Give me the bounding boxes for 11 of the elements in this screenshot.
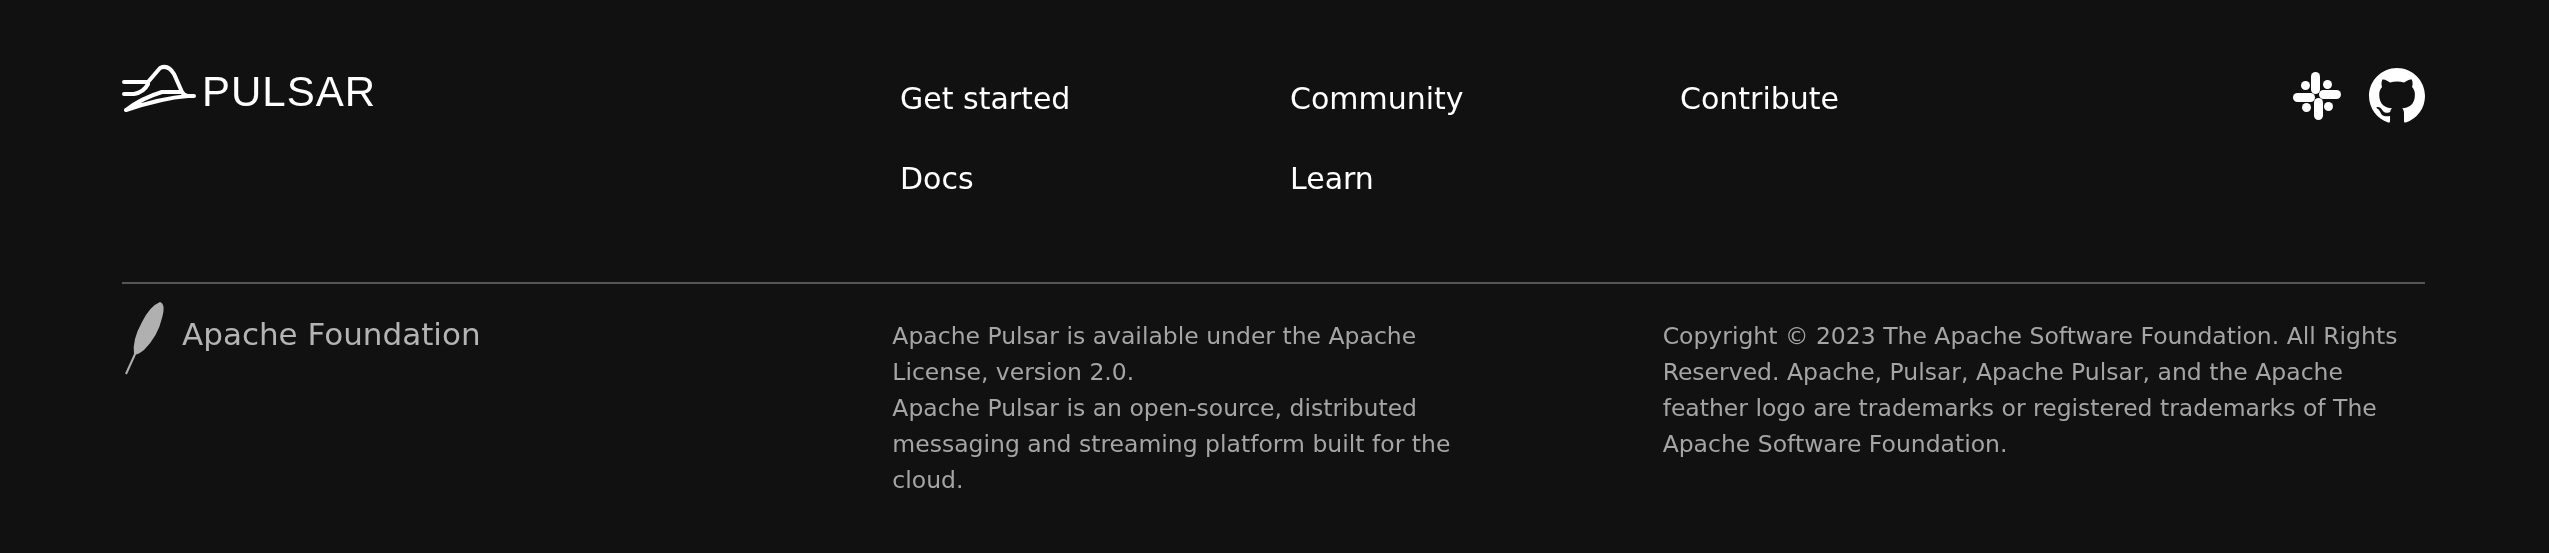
nav-link[interactable]: Contribute bbox=[1680, 78, 1840, 120]
nav-link[interactable]: Docs bbox=[900, 158, 974, 200]
github-icon[interactable] bbox=[2369, 68, 2425, 124]
nav-link[interactable]: Learn bbox=[1290, 158, 1374, 200]
copyright-text: Copyright © 2023 The Apache Software Foundation. All Rights Reserved. Apache, Pulsar, Apache Pulsar, and the Apache feather logo are trademarks or registered trademarks of The Apache Software Foundation. bbox=[1662, 321, 2399, 460]
license-text: Apache Pulsar is available under the Apache License, version 2.0. bbox=[892, 321, 1418, 388]
nav-link[interactable]: Get started bbox=[900, 78, 1071, 120]
nav-link[interactable]: Community bbox=[1290, 78, 1464, 120]
foundation-name[interactable]: Apache Foundation bbox=[182, 316, 481, 352]
license-text: Apache Pulsar is an open-source, distributed messaging and streaming platform built for the cloud. bbox=[892, 393, 1452, 496]
logo-wordmark[interactable]: PULSAR bbox=[202, 71, 377, 113]
